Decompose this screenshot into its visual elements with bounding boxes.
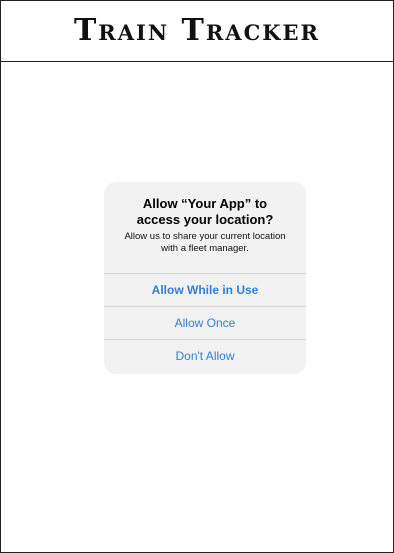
- alert-message-line-2: with a fleet manager.: [161, 243, 249, 254]
- allow-while-in-use-button[interactable]: Allow While in Use: [104, 273, 306, 306]
- alert-title-line-1: Allow “Your App” to: [142, 196, 268, 211]
- dont-allow-button[interactable]: Don't Allow: [104, 339, 306, 372]
- alert-title: Allow “Your App” to access your location…: [114, 196, 296, 228]
- allow-once-button[interactable]: Allow Once: [104, 306, 306, 339]
- alert-title-line-2: access your location?: [136, 212, 274, 227]
- alert-message: Allow us to share your current location …: [114, 231, 296, 255]
- alert-message-line-1: Allow us to share your current location: [124, 231, 286, 242]
- location-permission-alert: Allow “Your App” to access your location…: [104, 182, 306, 374]
- alert-body: Allow “Your App” to access your location…: [104, 182, 306, 273]
- app-frame: Train Tracker Allow “Your App” to access…: [0, 0, 394, 553]
- app-title: Train Tracker: [73, 13, 321, 48]
- app-header: Train Tracker: [1, 1, 393, 62]
- main-content: Allow “Your App” to access your location…: [1, 62, 393, 552]
